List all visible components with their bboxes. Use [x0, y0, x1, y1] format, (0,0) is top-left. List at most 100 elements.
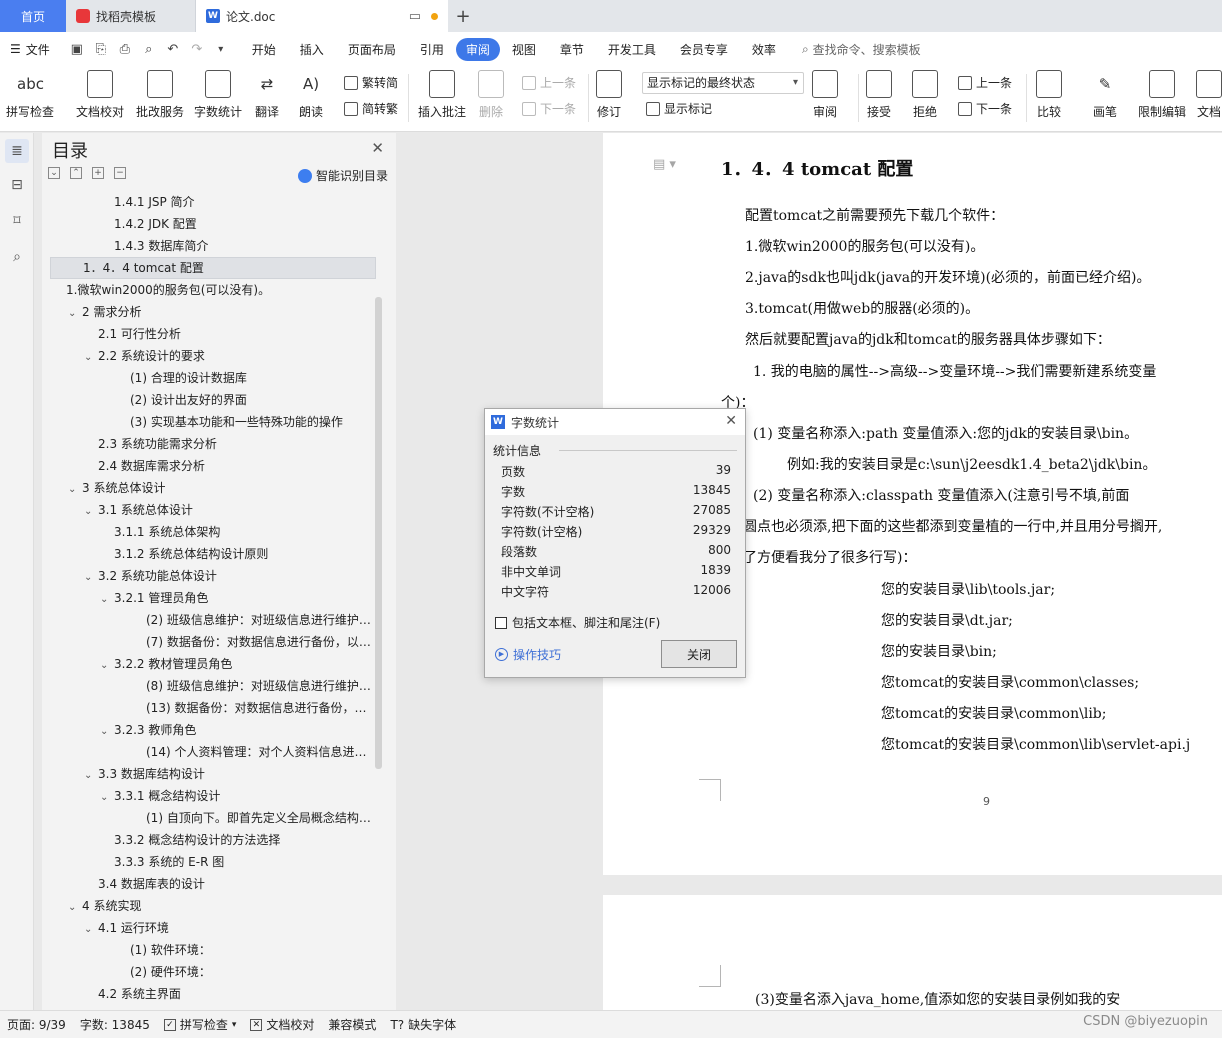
add-heading-icon[interactable]: + — [92, 167, 104, 179]
markup-state-select[interactable]: 显示标记的最终状态 — [642, 72, 804, 94]
toc-item[interactable]: (14) 个人资料管理：对个人资料信息进行... — [50, 741, 376, 763]
toc-item[interactable]: (2) 班级信息维护：对班级信息进行维护，... — [50, 609, 376, 631]
chevron-down-icon[interactable]: ⌄ — [84, 765, 98, 785]
page-indicator[interactable]: 页面: 9/39 — [0, 1016, 73, 1033]
tab-template[interactable]: 找稻壳模板 — [66, 0, 196, 32]
toc-item[interactable]: 1．4．4 tomcat 配置 — [50, 257, 376, 279]
toc-item[interactable]: ⌄ 3.2.1 管理员角色 — [50, 587, 376, 609]
word-count-indicator[interactable]: 字数: 13845 — [73, 1016, 157, 1033]
menu-start[interactable]: 开始 — [240, 41, 288, 58]
toc-item[interactable]: ⌄ 3.3 数据库结构设计 — [50, 763, 376, 785]
chevron-down-icon[interactable]: ▾ — [212, 44, 230, 55]
chevron-down-icon[interactable]: ⌄ — [100, 589, 114, 609]
toc-item[interactable]: 1.4.2 JDK 配置 — [50, 213, 376, 235]
chevron-down-icon[interactable]: ⌄ — [100, 787, 114, 807]
pen-button[interactable]: ✎ 画笔 — [1092, 70, 1118, 120]
toc-item[interactable]: ⌄ 2.2 系统设计的要求 — [50, 345, 376, 367]
include-textbox-checkbox[interactable]: 包括文本框、脚注和尾注(F) — [495, 614, 660, 631]
collapse-all-icon[interactable]: ⌄ — [48, 167, 60, 179]
redo-icon[interactable]: ↷ — [188, 42, 206, 57]
toc-item[interactable]: 2.1 可行性分析 — [50, 323, 376, 345]
menu-efficiency[interactable]: 效率 — [740, 41, 788, 58]
toc-item[interactable]: (2) 硬件环境： — [50, 961, 376, 983]
toc-item[interactable]: ⌄ 3.2.2 教材管理员角色 — [50, 653, 376, 675]
track-changes-button[interactable]: 修订 — [596, 70, 622, 120]
toc-item[interactable]: ⌄ 3 系统总体设计 — [50, 477, 376, 499]
toc-item[interactable]: (13) 数据备份：对数据信息进行备份，以... — [50, 697, 376, 719]
accept-button[interactable]: 接受 — [866, 70, 892, 120]
chevron-down-icon[interactable]: ⌄ — [68, 303, 82, 323]
reject-button[interactable]: 拒绝 — [912, 70, 938, 120]
toc-item[interactable]: 1.4.1 JSP 简介 — [50, 191, 376, 213]
toc-item[interactable]: ⌄ 3.1 系统总体设计 — [50, 499, 376, 521]
toc-item[interactable]: ⌄ 3.3.1 概念结构设计 — [50, 785, 376, 807]
chevron-down-icon[interactable]: ⌄ — [68, 479, 82, 499]
show-markup-button[interactable]: 显示标记 — [646, 100, 712, 117]
menu-developer[interactable]: 开发工具 — [596, 41, 668, 58]
search-icon[interactable]: ⌕ — [8, 249, 26, 267]
chevron-down-icon[interactable]: ⌄ — [84, 347, 98, 367]
chevron-down-icon[interactable]: ⌄ — [100, 721, 114, 741]
document-page-next[interactable]: (3)变量名添入java_home,值添如您的安装目录例如我的安 — [603, 895, 1222, 1010]
review-pane-button[interactable]: 审阅 — [812, 70, 838, 120]
print-icon[interactable]: ⎙ — [116, 42, 134, 57]
tips-link[interactable]: ▶ 操作技巧 — [495, 646, 561, 663]
save-icon[interactable]: ▣ — [68, 42, 86, 57]
chevron-down-icon[interactable]: ⌄ — [100, 655, 114, 675]
spell-check-button[interactable]: abc 拼写检查 — [6, 70, 54, 120]
toc-item[interactable]: 3.3.3 系统的 E-R 图 — [50, 851, 376, 873]
correction-service-button[interactable]: 批改服务 — [136, 70, 184, 120]
toc-item[interactable]: 1.微软win2000的服务包(可以没有)。 — [50, 279, 376, 301]
next-comment-button[interactable]: 下一条 — [522, 100, 576, 117]
toc-panel-icon[interactable]: ≣ — [5, 139, 29, 163]
tab-document[interactable]: W 论文.doc ▭ — [196, 0, 448, 32]
toc-item[interactable]: 3.3.2 概念结构设计的方法选择 — [50, 829, 376, 851]
compat-mode[interactable]: 兼容模式 — [321, 1016, 383, 1033]
toc-item[interactable]: 2.4 数据库需求分析 — [50, 455, 376, 477]
smart-toc-button[interactable]: 智能识别目录 — [297, 167, 388, 184]
toc-item[interactable]: ⌄ 2 需求分析 — [50, 301, 376, 323]
chevron-down-icon[interactable]: ⌄ — [84, 501, 98, 521]
chapter-icon[interactable]: ⊟ — [8, 177, 26, 195]
toc-item[interactable]: 4.2 系统主界面 — [50, 983, 376, 1005]
menu-references[interactable]: 引用 — [408, 41, 456, 58]
preview-icon[interactable]: ⌕ — [140, 42, 158, 57]
close-button[interactable]: 关闭 — [661, 640, 737, 668]
missing-font[interactable]: T? 缺失字体 — [383, 1016, 463, 1033]
paragraph-menu-icon[interactable]: ▤ ▾ — [653, 157, 676, 172]
remove-heading-icon[interactable]: − — [114, 167, 126, 179]
toc-item[interactable]: (1) 自顶向下。即首先定义全局概念结构的... — [50, 807, 376, 829]
toc-item[interactable]: (1) 合理的设计数据库 — [50, 367, 376, 389]
chevron-down-icon[interactable]: ⌄ — [84, 919, 98, 939]
toc-item[interactable]: (2) 设计出友好的界面 — [50, 389, 376, 411]
menu-layout[interactable]: 页面布局 — [336, 41, 408, 58]
toc-item[interactable]: 3.1.1 系统总体架构 — [50, 521, 376, 543]
expand-up-icon[interactable]: ⌃ — [70, 167, 82, 179]
menu-member[interactable]: 会员专享 — [668, 41, 740, 58]
restrict-editing-button[interactable]: 限制编辑 — [1138, 70, 1186, 120]
toc-item[interactable]: ⌄ 3.2 系统功能总体设计 — [50, 565, 376, 587]
trad-to-simp-button[interactable]: 繁转简 — [344, 74, 398, 91]
menu-view[interactable]: 视图 — [500, 41, 548, 58]
read-aloud-button[interactable]: A) 朗读 — [298, 70, 324, 120]
delete-comment-button[interactable]: 删除 — [478, 70, 504, 120]
file-menu[interactable]: ☰ 文件 — [0, 41, 58, 58]
prev-comment-button[interactable]: 上一条 — [522, 74, 576, 91]
toc-item[interactable]: ⌄ 3.2.3 教师角色 — [50, 719, 376, 741]
compare-button[interactable]: 比较 — [1036, 70, 1062, 120]
toc-item[interactable]: (3) 实现基本功能和一些特殊功能的操作 — [50, 411, 376, 433]
chevron-down-icon[interactable]: ⌄ — [84, 567, 98, 587]
spell-check-toggle[interactable]: ✓ 拼写检查 ▾ — [157, 1016, 244, 1033]
next-change-button[interactable]: 下一条 — [958, 100, 1012, 117]
close-icon[interactable]: ✕ — [725, 413, 737, 429]
proofread-button[interactable]: 文档校对 — [76, 70, 124, 120]
toc-item[interactable]: 1.4.3 数据库简介 — [50, 235, 376, 257]
word-count-button[interactable]: 字数统计 — [194, 70, 242, 120]
undo-icon[interactable]: ↶ — [164, 42, 182, 57]
export-icon[interactable]: ⎘ — [92, 42, 110, 57]
new-tab-button[interactable]: + — [448, 0, 478, 32]
toc-item[interactable]: (8) 班级信息维护：对班级信息进行维护，... — [50, 675, 376, 697]
toc-scrollbar[interactable] — [375, 297, 382, 769]
chevron-down-icon[interactable]: ⌄ — [68, 897, 82, 917]
dialog-titlebar[interactable]: W 字数统计 — [485, 409, 745, 435]
